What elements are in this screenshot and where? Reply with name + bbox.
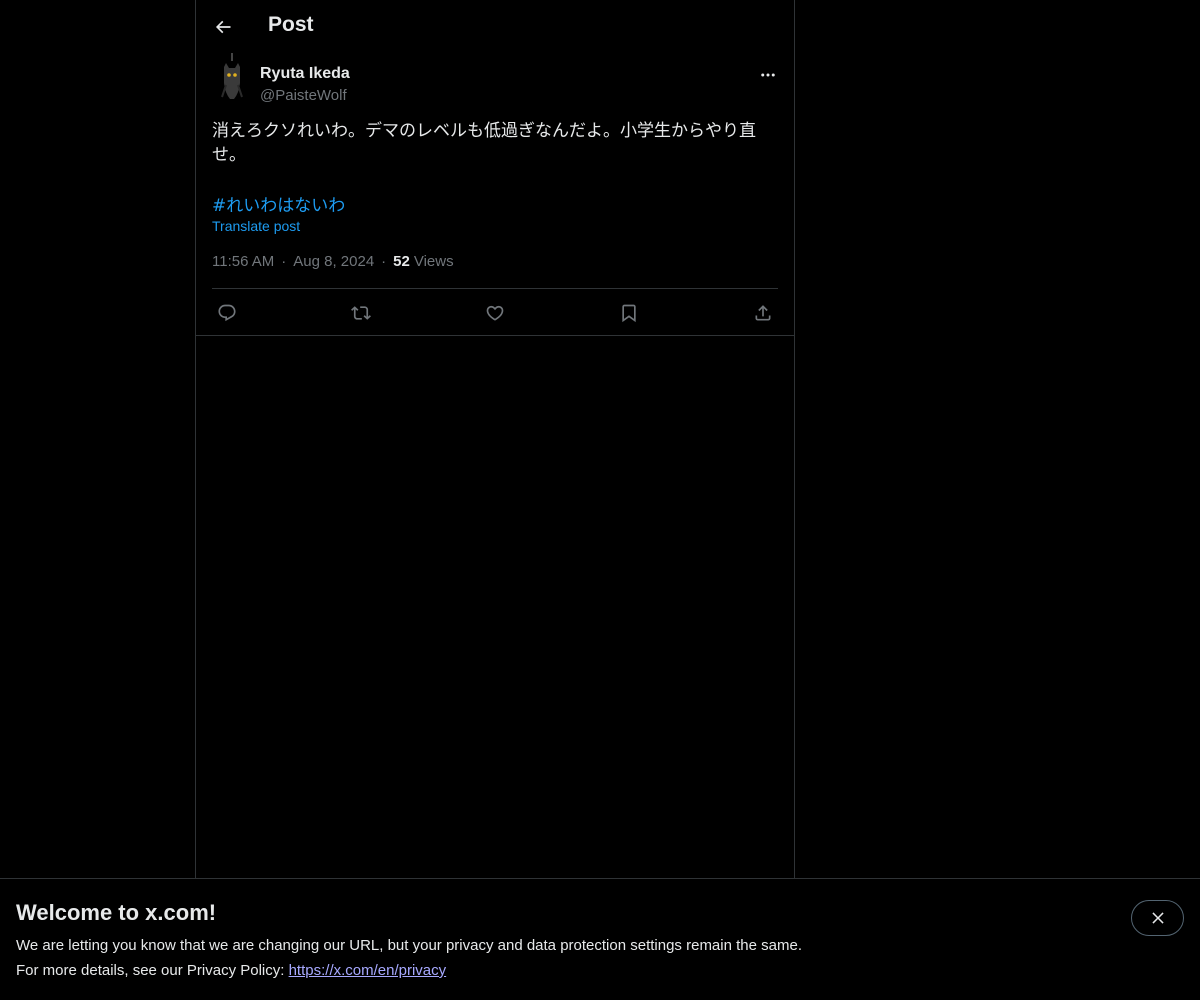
divider	[196, 335, 794, 336]
like-button[interactable]	[483, 301, 507, 325]
back-button[interactable]	[205, 9, 241, 45]
main-column: Post Ryuta Ikeda @PaisteWolf 消えろクソれいわ。デマ…	[195, 0, 795, 878]
views-count: 52	[393, 253, 410, 270]
banner-message: We are letting you know that we are chan…	[16, 937, 802, 954]
action-bar	[212, 288, 778, 336]
banner-policy-line: For more details, see our Privacy Policy…	[16, 962, 446, 979]
separator: ·	[281, 253, 287, 270]
bookmark-icon	[622, 304, 636, 323]
like-icon	[486, 305, 504, 321]
bookmark-button[interactable]	[617, 301, 641, 325]
post-meta: 11:56 AM · Aug 8, 2024 · 52 Views	[212, 253, 454, 270]
welcome-banner: Welcome to x.com! We are letting you kno…	[0, 878, 1200, 1000]
views-label: Views	[413, 253, 454, 270]
post-date[interactable]: Aug 8, 2024	[293, 253, 374, 270]
reply-button[interactable]	[215, 301, 239, 325]
close-banner-button[interactable]	[1131, 900, 1184, 936]
arrow-left-icon	[215, 20, 231, 34]
share-icon	[755, 305, 771, 321]
translate-post-link[interactable]: Translate post	[212, 218, 300, 234]
repost-icon	[351, 306, 371, 320]
hashtag-link[interactable]: #れいわはないわ	[212, 191, 345, 216]
post-time[interactable]: 11:56 AM	[212, 253, 274, 270]
top-bar: Post	[196, 0, 794, 53]
post-text: 消えろクソれいわ。デマのレベルも低過ぎなんだよ。小学生からやり直せ。	[212, 121, 756, 165]
author-name[interactable]: Ryuta Ikeda	[260, 65, 350, 83]
close-icon	[1151, 912, 1164, 924]
privacy-policy-link[interactable]: https://x.com/en/privacy	[289, 962, 447, 979]
reply-icon	[218, 304, 236, 322]
banner-title: Welcome to x.com!	[16, 900, 217, 925]
more-options-button[interactable]	[754, 63, 782, 87]
more-icon	[761, 73, 775, 77]
repost-button[interactable]	[349, 301, 373, 325]
author-handle[interactable]: @PaisteWolf	[260, 87, 347, 104]
separator: ·	[381, 253, 387, 270]
banner-policy-prefix: For more details, see our Privacy Policy…	[16, 962, 289, 979]
page-title: Post	[268, 13, 314, 36]
avatar[interactable]	[212, 53, 252, 103]
share-button[interactable]	[751, 301, 775, 325]
